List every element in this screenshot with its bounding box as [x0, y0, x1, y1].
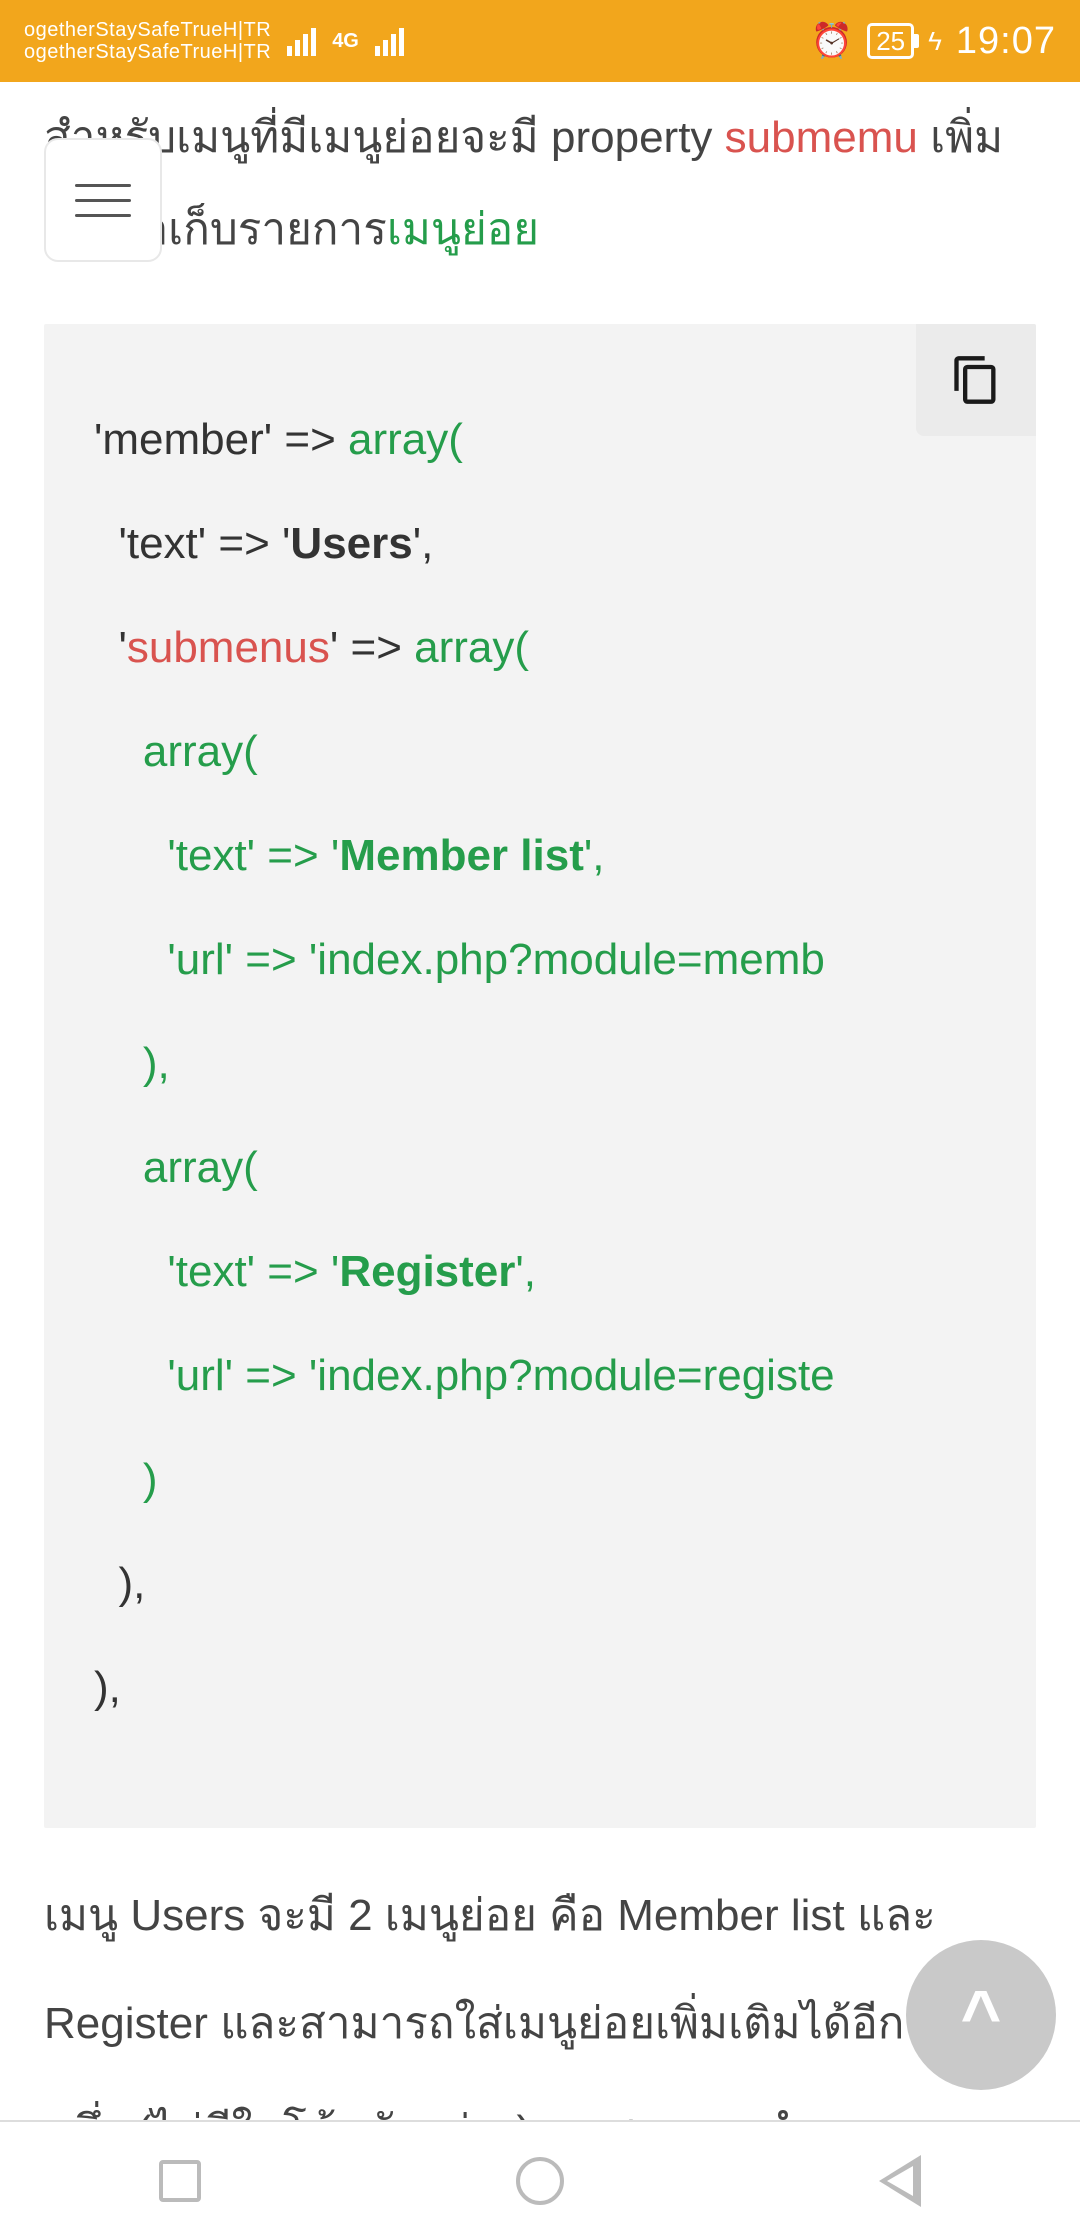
page-content: สำหรับเมนูที่มีเมนูย่อยจะมี property sub…: [0, 82, 1080, 2120]
recent-apps-button[interactable]: [150, 2151, 210, 2211]
intro-paragraph: สำหรับเมนูที่มีเมนูย่อยจะมี property sub…: [44, 92, 1036, 276]
code-content: 'member' => array( 'text' => 'Users', 's…: [94, 388, 1036, 1740]
triangle-icon: [879, 2155, 921, 2207]
charging-icon: ϟ: [928, 26, 942, 57]
home-button[interactable]: [510, 2151, 570, 2211]
scroll-top-button[interactable]: ^: [906, 1940, 1056, 2090]
code-block: 'member' => array( 'text' => 'Users', 's…: [44, 324, 1036, 1828]
battery-indicator: 25: [867, 23, 914, 59]
signal-bars-icon: [375, 26, 404, 56]
carrier-label: ogetherStaySafeTrueH|TR ogetherStaySafeT…: [24, 19, 271, 63]
menu-button[interactable]: [44, 138, 162, 262]
circle-icon: [516, 2157, 564, 2205]
carrier-line-2: ogetherStaySafeTrueH|TR: [24, 41, 271, 63]
signal-indicator-2: [375, 26, 404, 56]
carrier-line-1: ogetherStaySafeTrueH|TR: [24, 19, 271, 41]
clipboard-icon: [950, 354, 1002, 406]
status-left: ogetherStaySafeTrueH|TR ogetherStaySafeT…: [24, 19, 404, 63]
text-highlight-green: เมนูย่อย: [387, 205, 539, 254]
signal-bars-icon: [287, 26, 316, 56]
status-right: ⏰ 25 ϟ 19:07: [811, 20, 1056, 63]
network-type-label: 4G: [332, 31, 359, 51]
copy-button[interactable]: [916, 324, 1036, 436]
chevron-up-icon: ^: [961, 1975, 1002, 2055]
body-paragraph: เมนู Users จะมี 2 เมนูย่อย คือ Member li…: [44, 1862, 1036, 2120]
back-button[interactable]: [870, 2151, 930, 2211]
alarm-icon: ⏰: [811, 21, 853, 61]
square-icon: [159, 2160, 201, 2202]
signal-indicator-1: [287, 26, 316, 56]
clock-label: 19:07: [956, 20, 1056, 63]
status-bar: ogetherStaySafeTrueH|TR ogetherStaySafeT…: [0, 0, 1080, 82]
text-highlight-red: submemu: [725, 113, 918, 162]
system-nav-bar: [0, 2120, 1080, 2240]
